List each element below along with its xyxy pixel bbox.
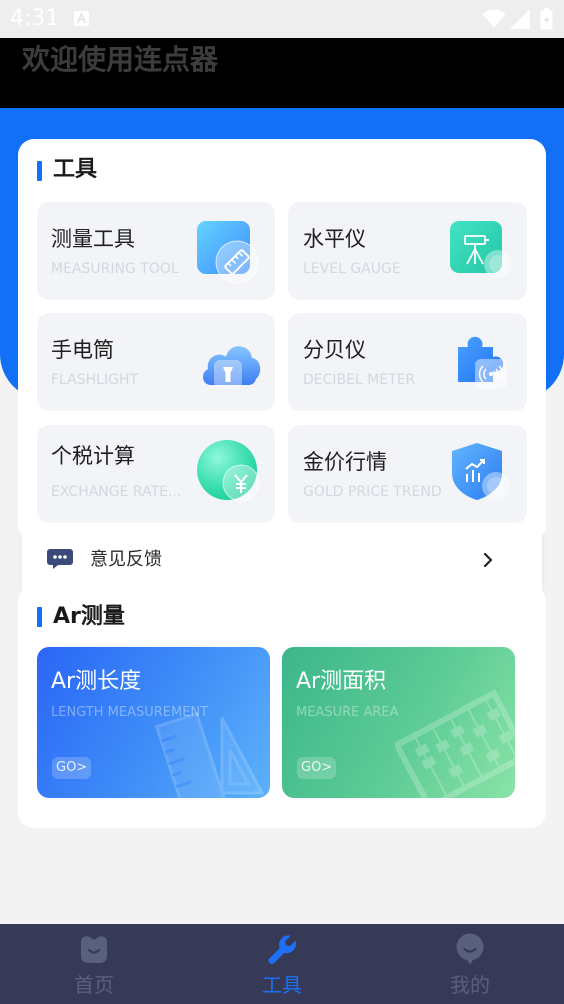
tool-tile-measuring[interactable]: 测量工具 MEASURING TOOL — [37, 202, 275, 300]
nav-item-home[interactable]: 首页 — [0, 924, 188, 1004]
ruler-icon — [197, 221, 259, 284]
abacus-illustration-icon — [395, 689, 515, 798]
nav-label: 首页 — [74, 973, 114, 997]
tile-title: 手电筒 — [51, 338, 114, 362]
section-accent-bar — [37, 161, 42, 181]
ar-length-card[interactable]: Ar测长度 LENGTH MEASUREMENT GO> — [37, 647, 270, 798]
shield-chart-icon — [452, 443, 510, 500]
tools-section-title: 工具 — [53, 157, 98, 182]
tile-subtitle: DECIBEL METER — [303, 372, 416, 388]
tile-title: 测量工具 — [51, 227, 135, 251]
ar-section-title: Ar测量 — [53, 604, 125, 629]
yuan-coin-icon — [197, 440, 260, 502]
nav-item-tools[interactable]: 工具 — [188, 924, 376, 1004]
tile-title: 分贝仪 — [303, 338, 366, 362]
level-tripod-icon — [450, 221, 512, 278]
status-bar: 4:31 — [0, 0, 564, 38]
ar-card-title: Ar测长度 — [51, 669, 142, 694]
ar-card-subtitle: LENGTH MEASUREMENT — [51, 705, 209, 720]
notification-a-icon — [74, 11, 89, 26]
nav-label: 我的 — [450, 973, 490, 997]
tile-title: 水平仪 — [303, 227, 366, 251]
tile-subtitle: FLASHLIGHT — [51, 372, 139, 388]
tile-subtitle: MEASURING TOOL — [51, 261, 179, 277]
chevron-right-icon — [483, 552, 493, 568]
tile-title: 金价行情 — [303, 450, 387, 474]
section-accent-bar — [37, 607, 42, 627]
tile-subtitle: LEVEL GAUGE — [303, 261, 401, 277]
tool-tile-decibel[interactable]: 分贝仪 DECIBEL METER — [288, 313, 527, 411]
tile-subtitle: EXCHANGE RATE... — [51, 484, 182, 500]
nav-label: 工具 — [262, 973, 302, 997]
battery-icon — [540, 8, 553, 30]
tile-title: 个税计算 — [51, 444, 135, 468]
ar-card-title: Ar测面积 — [296, 669, 387, 694]
app-header: 欢迎使用连点器 — [0, 38, 564, 108]
nav-item-profile[interactable]: 我的 — [376, 924, 564, 1004]
signal-icon — [510, 9, 530, 29]
bottom-nav: 首页 工具 我的 — [0, 924, 564, 1004]
decibel-puzzle-icon — [458, 336, 507, 389]
go-button[interactable]: GO> — [297, 757, 337, 779]
tool-tile-tax[interactable]: 个税计算 EXCHANGE RATE... — [37, 425, 275, 523]
wrench-icon — [268, 935, 297, 964]
chat-bubble-icon — [47, 549, 73, 569]
ar-section: Ar测量 Ar测长度 LENGTH MEASUREMENT GO> Ar测面积 … — [18, 586, 546, 828]
tools-section: 工具 测量工具 MEASURING TOOL 水平仪 LEVEL GAUGE 手… — [18, 139, 546, 541]
feedback-label: 意见反馈 — [90, 549, 162, 570]
status-time: 4:31 — [10, 6, 60, 31]
go-button[interactable]: GO> — [52, 757, 92, 779]
tool-tile-flashlight[interactable]: 手电筒 FLASHLIGHT — [37, 313, 275, 411]
tool-tile-gold-price[interactable]: 金价行情 GOLD PRICE TREND — [288, 425, 527, 523]
ruler-illustration-icon — [154, 711, 265, 798]
tool-tile-level[interactable]: 水平仪 LEVEL GAUGE — [288, 202, 527, 300]
flashlight-cloud-icon — [202, 346, 261, 388]
ar-area-card[interactable]: Ar测面积 MEASURE AREA GO> — [282, 647, 515, 798]
wifi-icon — [482, 9, 506, 28]
tile-subtitle: GOLD PRICE TREND — [303, 484, 442, 500]
ar-card-subtitle: MEASURE AREA — [296, 705, 399, 720]
home-icon — [81, 936, 107, 963]
profile-icon — [456, 933, 484, 965]
welcome-title: 欢迎使用连点器 — [22, 43, 219, 76]
